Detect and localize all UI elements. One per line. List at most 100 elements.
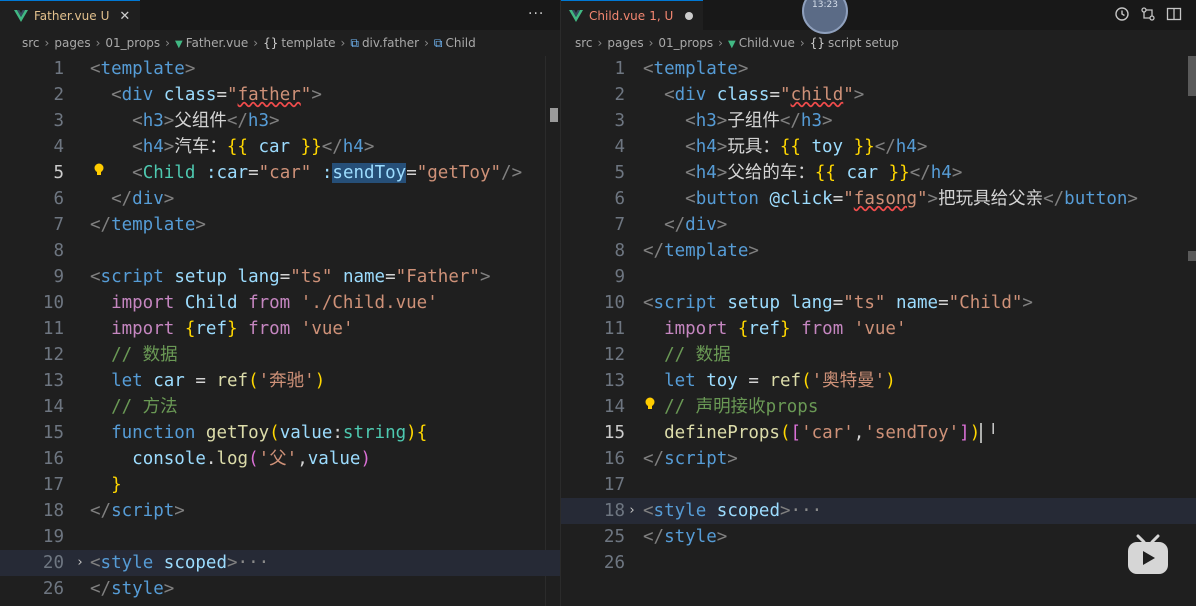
code-line[interactable]: 11 import {ref} from 'vue' <box>0 316 560 342</box>
line-number: 1 <box>614 59 625 79</box>
code-line[interactable]: 1 <template> <box>561 56 1196 82</box>
code-line[interactable]: 10 import Child from './Child.vue' <box>0 290 560 316</box>
code-line[interactable]: 3 <h3>子组件</h3> <box>561 108 1196 134</box>
line-number: 17 <box>603 475 625 495</box>
code-token: script <box>100 267 164 287</box>
code-token: template <box>664 241 749 261</box>
code-token: 子组件 <box>727 111 780 131</box>
line-number: 11 <box>603 319 625 339</box>
code-line[interactable]: 4 <h4>玩具：{{ toy }}</h4> <box>561 134 1196 160</box>
breadcrumb-item[interactable]: {} script setup <box>810 36 899 50</box>
code-line[interactable]: 25 </style> <box>561 524 1196 550</box>
breadcrumb-item[interactable]: src <box>22 36 40 50</box>
code-line[interactable]: 5 <h4>父给的车：{{ car }}</h4> <box>561 160 1196 186</box>
braces-icon: {} <box>809 36 825 50</box>
code-token: > <box>716 111 728 131</box>
code-line[interactable]: 6 <button @click="fasong">把玩具给父亲</button… <box>561 186 1196 212</box>
code-line[interactable]: 15 function getToy(value:string){ <box>0 420 560 446</box>
breadcrumb-item[interactable]: ▼ Child.vue <box>728 36 795 50</box>
history-icon[interactable] <box>1114 6 1130 22</box>
code-line[interactable]: 7 </template> <box>0 212 560 238</box>
code-line[interactable]: 17 } <box>0 472 560 498</box>
code-line[interactable]: 16 </script> <box>561 446 1196 472</box>
fold-chevron-icon[interactable]: › <box>628 498 636 524</box>
code-text: <button @click="fasong">把玩具给父亲</button> <box>643 186 1138 212</box>
code-token: // 方法 <box>111 397 178 417</box>
code-line[interactable]: 3 <h3>父组件</h3> <box>0 108 560 134</box>
code-line[interactable]: 18 </script> <box>0 498 560 524</box>
breadcrumb-item[interactable]: ⧉ div.father <box>350 36 419 51</box>
close-icon[interactable]: ✕ <box>119 9 130 24</box>
code-token: = <box>216 85 228 105</box>
fold-chevron-icon[interactable]: › <box>76 550 84 576</box>
code-token: function <box>111 423 196 443</box>
code-line[interactable]: 18 › <style scoped>··· <box>561 498 1196 524</box>
code-editor[interactable]: 1 <template> 2 <div class="father"> 3 <h3>父… <box>0 56 560 606</box>
code-line[interactable]: 10 <script setup lang="ts" name="Child"> <box>561 290 1196 316</box>
breadcrumb-separator-icon: › <box>718 36 723 50</box>
breadcrumb-item[interactable]: src <box>575 36 593 50</box>
tab-child-vue[interactable]: Child.vue 1, U <box>561 0 704 31</box>
code-line[interactable]: 13 let car = ref('奔驰') <box>0 368 560 394</box>
compare-icon[interactable] <box>1140 6 1156 22</box>
code-editor[interactable]: 1 <template> 2 <div class="child"> 3 <h3>子组… <box>561 56 1196 606</box>
code-line[interactable]: 12 // 数据 <box>561 342 1196 368</box>
code-line[interactable]: 9 <box>561 264 1196 290</box>
breadcrumb-item[interactable]: {} template <box>263 36 335 50</box>
breadcrumb-item[interactable]: ⧉ Child <box>434 36 476 51</box>
code-text: <div class="child"> <box>643 82 864 108</box>
breadcrumb-item[interactable]: 01_props <box>105 36 160 50</box>
code-line[interactable]: 13 let toy = ref('奥特曼') <box>561 368 1196 394</box>
code-token: > <box>748 241 759 261</box>
more-actions-icon[interactable]: ··· <box>528 6 544 22</box>
breadcrumb-item[interactable]: 01_props <box>658 36 713 50</box>
code-line[interactable]: 5 <Child :car="car" :sendToy="getToy"/> <box>0 160 560 186</box>
breadcrumb-label: 01_props <box>658 36 714 50</box>
code-line[interactable]: 26 </style> <box>0 576 560 602</box>
code-line[interactable]: 8 <box>0 238 560 264</box>
code-line[interactable]: 16 console.log('父',value) <box>0 446 560 472</box>
code-line[interactable]: 6 </div> <box>0 186 560 212</box>
code-line[interactable]: 17 <box>561 472 1196 498</box>
unsaved-dot-icon[interactable] <box>685 12 694 20</box>
code-line[interactable]: 11 import {ref} from 'vue' <box>561 316 1196 342</box>
code-text: let toy = ref('奥特曼') <box>643 368 896 394</box>
breadcrumb-separator-icon: › <box>253 36 259 50</box>
breadcrumb-item[interactable]: ▼ Father.vue <box>175 36 248 50</box>
code-line[interactable]: 12 // 数据 <box>0 342 560 368</box>
code-line[interactable]: 15 defineProps(['car','sendToy']) <box>561 420 1196 446</box>
breadcrumb-separator-icon: › <box>424 36 429 50</box>
code-token: . <box>205 449 217 469</box>
line-number: 5 <box>53 163 64 183</box>
code-line[interactable]: 4 <h4>汽车：{{ car }}</h4> <box>0 134 560 160</box>
split-editor-icon[interactable] <box>1166 6 1182 22</box>
code-line[interactable]: 14 // 声明接收props <box>561 394 1196 420</box>
code-line[interactable]: 9 <script setup lang="ts" name="Father"> <box>0 264 560 290</box>
code-text: </style> <box>90 576 174 602</box>
code-token: </ <box>1043 189 1065 209</box>
code-token: </ <box>111 189 133 209</box>
code-line[interactable]: 8 </template> <box>561 238 1196 264</box>
code-line[interactable]: 2 <div class="father"> <box>0 82 560 108</box>
code-line[interactable]: 14 // 方法 <box>0 394 560 420</box>
code-line[interactable]: 2 <div class="child"> <box>561 82 1196 108</box>
code-text: // 方法 <box>90 394 178 420</box>
code-token: > <box>727 449 738 469</box>
code-token: </ <box>90 579 112 599</box>
code-line[interactable]: 1 <template> <box>0 56 560 82</box>
code-token: > <box>363 137 375 157</box>
code-token: { <box>737 319 749 339</box>
breadcrumb-item[interactable]: pages <box>607 36 643 50</box>
code-token: < <box>90 59 101 79</box>
code-line[interactable]: 19 <box>0 524 560 550</box>
breadcrumb-item[interactable]: pages <box>54 36 90 50</box>
tab-father-vue[interactable]: Father.vue U ✕ <box>0 0 141 31</box>
code-line[interactable]: 7 </div> <box>561 212 1196 238</box>
code-line[interactable]: 20 › <style scoped>··· <box>0 550 560 576</box>
code-line[interactable]: 26 <box>561 550 1196 576</box>
